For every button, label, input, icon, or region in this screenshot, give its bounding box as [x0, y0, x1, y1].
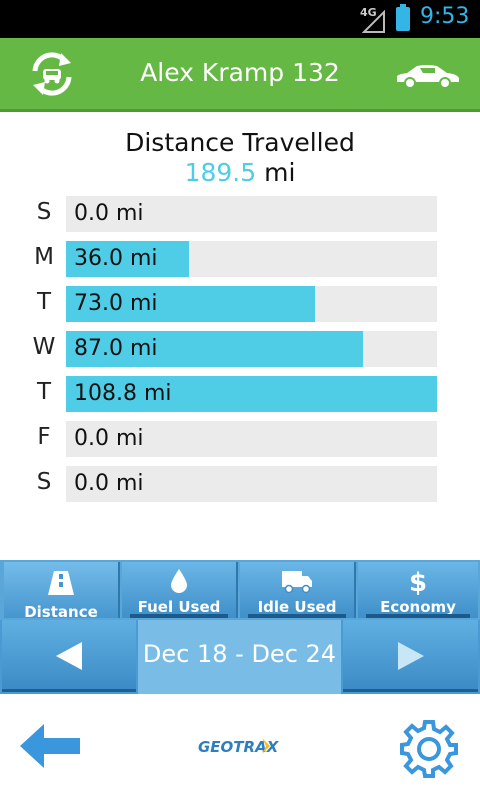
truck-icon	[240, 567, 354, 595]
day-label: T	[36, 289, 52, 315]
date-range-panel: Dec 18 - Dec 24	[138, 620, 341, 694]
distance-value-label: 36.0 mi	[74, 246, 158, 271]
distance-row: T 108.8 mi	[0, 376, 480, 412]
bar-track: 0.0 mi	[66, 421, 437, 457]
screen: 4G 9:53 Alex Kramp 132 Distance Travelle…	[0, 0, 480, 800]
bar-track: 73.0 mi	[66, 286, 437, 322]
distance-row: W 87.0 mi	[0, 331, 480, 367]
road-icon	[4, 567, 118, 595]
geotrax-logo: GEOTRAX	[196, 734, 292, 758]
arrow-right-icon	[398, 642, 424, 670]
day-label: M	[34, 244, 54, 270]
refresh-car-icon[interactable]	[27, 49, 77, 99]
day-label: F	[37, 424, 51, 450]
footer-bar: GEOTRAX	[0, 694, 480, 800]
distance-row: T 73.0 mi	[0, 286, 480, 322]
day-label: T	[36, 379, 52, 405]
distance-row: F 0.0 mi	[0, 421, 480, 457]
distance-value-label: 108.8 mi	[74, 381, 172, 406]
fuel-drop-icon	[122, 567, 236, 595]
day-label: S	[36, 199, 52, 225]
date-range-label: Dec 18 - Dec 24	[142, 640, 337, 668]
dollar-icon: $	[358, 567, 478, 597]
metric-tab-bar: Distance Fuel Used Idle Used $ Economy	[0, 560, 480, 621]
tab-underline	[130, 614, 228, 618]
tab-label: Distance	[24, 603, 98, 621]
vehicle-name: Alex Kramp 132	[140, 58, 340, 87]
day-label: S	[36, 469, 52, 495]
summary-title: Distance Travelled	[125, 128, 355, 157]
arrow-left-icon	[56, 642, 82, 670]
status-time: 9:53	[420, 4, 470, 29]
bar-track: 87.0 mi	[66, 331, 437, 367]
day-label: W	[32, 334, 56, 360]
tab-underline	[248, 614, 346, 618]
distance-value-label: 73.0 mi	[74, 291, 158, 316]
tab-distance[interactable]: Distance	[4, 562, 120, 621]
distance-value-label: 0.0 mi	[74, 471, 144, 496]
car-icon[interactable]	[393, 62, 461, 90]
signal-icon: 4G	[360, 6, 388, 33]
distance-row: M 36.0 mi	[0, 241, 480, 277]
next-week-button[interactable]	[343, 620, 478, 692]
tab-economy[interactable]: $ Economy	[358, 562, 478, 618]
settings-gear-icon[interactable]	[398, 718, 460, 780]
tab-underline	[366, 614, 470, 618]
summary-total: 189.5 mi	[0, 158, 480, 187]
total-distance-value: 189.5	[184, 158, 257, 187]
distance-value-label: 87.0 mi	[74, 336, 158, 361]
distance-value-label: 0.0 mi	[74, 201, 144, 226]
distance-value-label: 0.0 mi	[74, 426, 144, 451]
back-arrow-icon[interactable]	[18, 720, 84, 772]
bar-track: 36.0 mi	[66, 241, 437, 277]
battery-icon	[396, 4, 410, 31]
distance-row: S 0.0 mi	[0, 196, 480, 232]
date-navigator: Dec 18 - Dec 24	[0, 620, 480, 694]
svg-text:$: $	[409, 568, 427, 597]
bar-track: 0.0 mi	[66, 466, 437, 502]
previous-week-button[interactable]	[2, 620, 136, 692]
total-distance-unit: mi	[264, 158, 296, 187]
status-bar: 4G 9:53	[0, 0, 480, 38]
bar-track: 0.0 mi	[66, 196, 437, 232]
distance-row: S 0.0 mi	[0, 466, 480, 502]
tab-fuel-used[interactable]: Fuel Used	[122, 562, 238, 618]
app-header: Alex Kramp 132	[0, 38, 480, 112]
bar-track: 108.8 mi	[66, 376, 437, 412]
tab-idle-used[interactable]: Idle Used	[240, 562, 356, 618]
